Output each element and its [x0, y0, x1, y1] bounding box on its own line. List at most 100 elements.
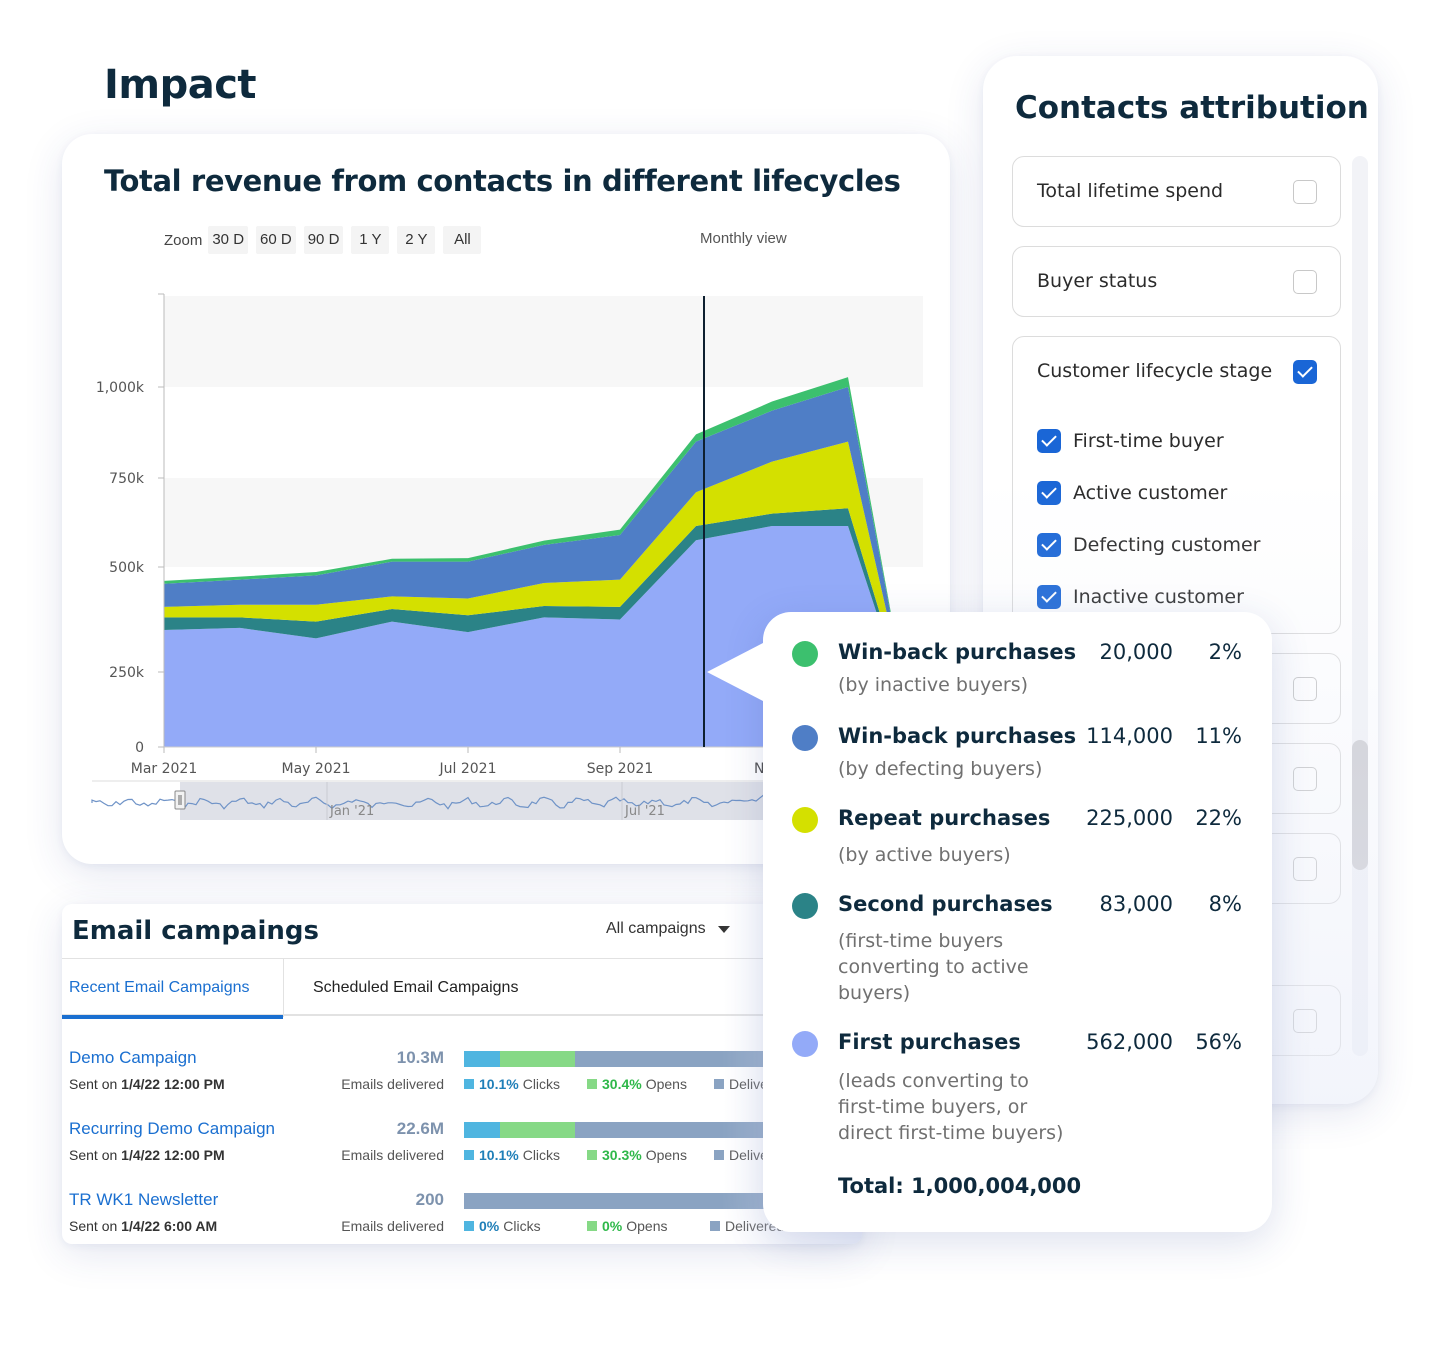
campaign-row: Recurring Demo Campaign Sent on 1/4/22 12… [62, 1119, 862, 1179]
email-campaigns-panel: Email campaings All campaigns Recent Ema… [62, 904, 862, 1244]
checkbox-hidden-2[interactable] [1293, 767, 1317, 791]
checkbox-hidden-1[interactable] [1293, 677, 1317, 701]
series-name: Second purchases [838, 892, 1053, 916]
chart-tooltip: Win-back purchases 20,000 2% (by inactive b… [707, 612, 1272, 1232]
tab-recent-email-campaigns[interactable]: Recent Email Campaigns [62, 959, 284, 1019]
tab-scheduled-email-campaigns[interactable]: Scheduled Email Campaigns [313, 959, 518, 1017]
campaign-row: Demo Campaign Sent on 1/4/22 12:00 PM 10.3… [62, 1048, 862, 1108]
emails-delivered-count: 22.6M [396, 1119, 444, 1138]
checkbox-inactive-customer[interactable] [1037, 585, 1061, 609]
opens-label: Opens [645, 1076, 687, 1092]
clicks-swatch-icon [464, 1221, 474, 1231]
clicks-segment [464, 1051, 500, 1067]
email-title: Email campaings [72, 916, 319, 946]
sub-option-first-time-buyer[interactable]: First-time buyer [1037, 429, 1224, 453]
sent-datetime: 1/4/22 12:00 PM [121, 1076, 225, 1092]
clicks-label: Clicks [522, 1147, 561, 1163]
sent-datetime: 1/4/22 12:00 PM [121, 1147, 225, 1163]
sub-option-label: First-time buyer [1073, 430, 1224, 452]
sub-option-active-customer[interactable]: Active customer [1037, 481, 1227, 505]
legend-dot-icon [792, 641, 818, 667]
delivered-swatch-icon [714, 1150, 724, 1160]
opens-label: Opens [645, 1147, 687, 1163]
checkbox-hidden-3[interactable] [1293, 857, 1317, 881]
clicks-pct: 10.1% [479, 1076, 519, 1092]
series-description: (first-time buyers converting to active … [838, 930, 1029, 1004]
contacts-title: Contacts attribution [1015, 90, 1369, 126]
emails-delivered-label: Emails delivered [341, 1076, 444, 1092]
x-tick-label: Jul 2021 [439, 761, 497, 777]
delivered-swatch-icon [710, 1221, 720, 1231]
checkbox-buyer-status[interactable] [1293, 270, 1317, 294]
clicks-segment [464, 1122, 500, 1138]
opens-legend: 30.3% Opens [587, 1147, 687, 1163]
checkbox-hidden-4[interactable] [1293, 1009, 1317, 1033]
clicks-swatch-icon [464, 1150, 474, 1160]
campaign-filter-dropdown[interactable]: All campaigns [606, 920, 730, 938]
page-title: Impact [104, 62, 257, 108]
series-description: (by defecting buyers) [838, 758, 1043, 780]
checkbox-customer-lifecycle-stage[interactable] [1293, 360, 1317, 384]
tooltip-total: Total: 1,000,004,000 [838, 1174, 1082, 1198]
opens-pct: 30.3% [602, 1147, 642, 1163]
scrollbar-thumb[interactable] [1352, 740, 1368, 870]
series-name: Win-back purchases [838, 640, 1077, 664]
legend-dot-icon [792, 807, 818, 833]
sent-datetime: 1/4/22 6:00 AM [121, 1218, 218, 1234]
series-percent: 22% [1195, 806, 1242, 830]
x-tick-label: May 2021 [281, 761, 350, 777]
sent-prefix: Sent on [69, 1147, 118, 1163]
opens-swatch-icon [587, 1079, 597, 1089]
plot-band [164, 296, 923, 387]
series-value: 20,000 [1099, 640, 1173, 664]
navigator-handle[interactable] [174, 790, 186, 810]
opens-pct: 30.4% [602, 1076, 642, 1092]
option-total-lifetime-spend[interactable]: Total lifetime spend [1012, 156, 1341, 227]
y-tick-label: 1,000k [96, 380, 145, 396]
campaign-name-link[interactable]: Demo Campaign [69, 1048, 197, 1068]
campaign-name-link[interactable]: TR WK1 Newsletter [69, 1190, 218, 1210]
legend-dot-icon [792, 893, 818, 919]
option-customer-lifecycle-stage[interactable]: Customer lifecycle stage First-time buye… [1012, 336, 1341, 634]
series-percent: 2% [1208, 640, 1242, 664]
opens-swatch-icon [587, 1150, 597, 1160]
series-description: (by inactive buyers) [838, 674, 1029, 696]
checkbox-total-lifetime-spend[interactable] [1293, 180, 1317, 204]
emails-delivered-label: Emails delivered [341, 1218, 444, 1234]
clicks-label: Clicks [503, 1218, 541, 1234]
series-value: 83,000 [1099, 892, 1173, 916]
option-buyer-status[interactable]: Buyer status [1012, 246, 1341, 317]
opens-segment [500, 1051, 575, 1067]
checkbox-first-time-buyer[interactable] [1037, 429, 1061, 453]
scrollbar-track[interactable] [1352, 156, 1368, 1056]
checkbox-active-customer[interactable] [1037, 481, 1061, 505]
series-description: (leads converting to first-time buyers, … [838, 1070, 1064, 1144]
series-percent: 8% [1208, 892, 1242, 916]
sub-option-label: Inactive customer [1073, 586, 1244, 608]
clicks-pct: 10.1% [479, 1147, 519, 1163]
y-tick-label: 0 [135, 740, 144, 756]
campaign-sent-date: Sent on 1/4/22 12:00 PM [69, 1076, 225, 1092]
opens-legend: 0% Opens [587, 1218, 667, 1234]
emails-delivered-count: 10.3M [396, 1048, 444, 1067]
navigator-label: Jul '21 [624, 804, 665, 819]
clicks-legend: 10.1% Clicks [464, 1147, 560, 1163]
sub-option-defecting-customer[interactable]: Defecting customer [1037, 533, 1261, 557]
emails-delivered-label: Emails delivered [341, 1147, 444, 1163]
sub-option-inactive-customer[interactable]: Inactive customer [1037, 585, 1244, 609]
opens-segment [500, 1122, 575, 1138]
tooltip-arrow [707, 642, 765, 702]
sub-option-label: Active customer [1073, 482, 1228, 504]
campaign-filter-value: All campaigns [606, 920, 706, 937]
campaign-name-link[interactable]: Recurring Demo Campaign [69, 1119, 275, 1139]
campaign-sent-date: Sent on 1/4/22 12:00 PM [69, 1147, 225, 1163]
series-value: 225,000 [1086, 806, 1173, 830]
x-tick-label: Mar 2021 [131, 761, 198, 777]
opens-pct: 0% [602, 1218, 623, 1234]
campaign-sent-date: Sent on 1/4/22 6:00 AM [69, 1218, 217, 1234]
series-percent: 56% [1195, 1030, 1242, 1054]
sent-prefix: Sent on [69, 1218, 118, 1234]
legend-dot-icon [792, 725, 818, 751]
checkbox-defecting-customer[interactable] [1037, 533, 1061, 557]
option-label: Customer lifecycle stage [1037, 360, 1273, 382]
